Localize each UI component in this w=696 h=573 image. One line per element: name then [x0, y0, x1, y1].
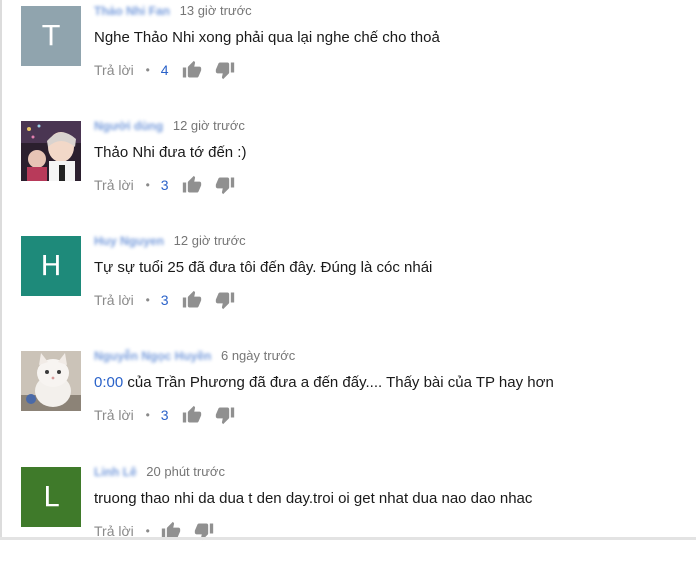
author-name[interactable]: Thảo Nhi Fan: [94, 2, 170, 20]
reply-button[interactable]: Trả lời: [94, 59, 134, 81]
like-count: 4: [160, 62, 169, 79]
comment-time[interactable]: 12 giờ trước: [173, 118, 245, 133]
thumbs-up-icon[interactable]: [182, 290, 202, 310]
thumbs-down-icon[interactable]: [215, 405, 235, 425]
comment-item: Người dùng 12 giờ trước Thảo Nhi đưa tớ …: [21, 117, 681, 227]
comment-text: Tự sự tuổi 25 đã đưa tôi đến đây. Đúng l…: [94, 259, 433, 276]
comment-time[interactable]: 20 phút trước: [146, 464, 225, 479]
reply-button[interactable]: Trả lời: [94, 404, 134, 426]
avatar-photo-icon: [21, 121, 81, 181]
author-name[interactable]: Người dùng: [94, 117, 163, 135]
separator-dot: •: [145, 178, 150, 193]
comment-text: 0:00 của Trần Phương đã đưa a đến đấy...…: [94, 373, 554, 393]
thumbs-up-icon[interactable]: [182, 60, 202, 80]
author-name[interactable]: Huy Nguyen: [94, 232, 164, 250]
comment-text: truong thao nhi da dua t den day.troi oi…: [94, 490, 533, 507]
reply-button[interactable]: Trả lời: [94, 174, 134, 196]
comment-actions: Trả lời • 3: [94, 288, 244, 310]
comment-time[interactable]: 13 giờ trước: [180, 3, 252, 18]
reply-button[interactable]: Trả lời: [94, 289, 134, 311]
thumbs-down-icon[interactable]: [215, 60, 235, 80]
comment-header: Nguyễn Ngọc Huyền 6 ngày trước: [94, 347, 295, 365]
timestamp-link[interactable]: 0:00: [94, 374, 123, 391]
comment-time[interactable]: 6 ngày trước: [221, 348, 295, 363]
comment-text: Nghe Thảo Nhi xong phải qua lại nghe chế…: [94, 29, 440, 46]
comment-header: Người dùng 12 giờ trước: [94, 117, 245, 135]
comment-header: Thảo Nhi Fan 13 giờ trước: [94, 2, 252, 20]
frame-left-border: [0, 0, 2, 540]
separator-dot: •: [145, 408, 150, 423]
comment-item: T Thảo Nhi Fan 13 giờ trước Nghe Thảo Nh…: [21, 2, 681, 112]
comment-text-body: của Trần Phương đã đưa a đến đấy.... Thấ…: [123, 374, 554, 391]
comment-item: Nguyễn Ngọc Huyền 6 ngày trước 0:00 của …: [21, 347, 681, 457]
avatar[interactable]: [21, 121, 81, 181]
comment-actions: Trả lời • 3: [94, 173, 244, 195]
like-count: 3: [160, 407, 169, 424]
comment-header: Linh Lê 20 phút trước: [94, 463, 225, 481]
like-count: 3: [160, 292, 169, 309]
avatar[interactable]: H: [21, 236, 81, 296]
thumbs-up-icon[interactable]: [182, 405, 202, 425]
avatar[interactable]: T: [21, 6, 81, 66]
avatar[interactable]: L: [21, 467, 81, 527]
avatar[interactable]: [21, 351, 81, 411]
separator-dot: •: [145, 293, 150, 308]
comment-text: Thảo Nhi đưa tớ đến :): [94, 144, 247, 161]
comment-time[interactable]: 12 giờ trước: [174, 233, 246, 248]
author-name[interactable]: Linh Lê: [94, 463, 137, 481]
thumbs-down-icon[interactable]: [215, 290, 235, 310]
thumbs-down-icon[interactable]: [215, 175, 235, 195]
cat-photo-icon: [21, 351, 81, 411]
separator-dot: •: [145, 63, 150, 78]
like-count: 3: [160, 177, 169, 194]
comment-actions: Trả lời • 4: [94, 58, 244, 80]
comment-item: L Linh Lê 20 phút trước truong thao nhi …: [21, 463, 681, 573]
comment-item: H Huy Nguyen 12 giờ trước Tự sự tuổi 25 …: [21, 232, 681, 342]
author-name[interactable]: Nguyễn Ngọc Huyền: [94, 347, 211, 365]
thumbs-up-icon[interactable]: [182, 175, 202, 195]
comment-header: Huy Nguyen 12 giờ trước: [94, 232, 246, 250]
comment-actions: Trả lời • 3: [94, 403, 244, 425]
